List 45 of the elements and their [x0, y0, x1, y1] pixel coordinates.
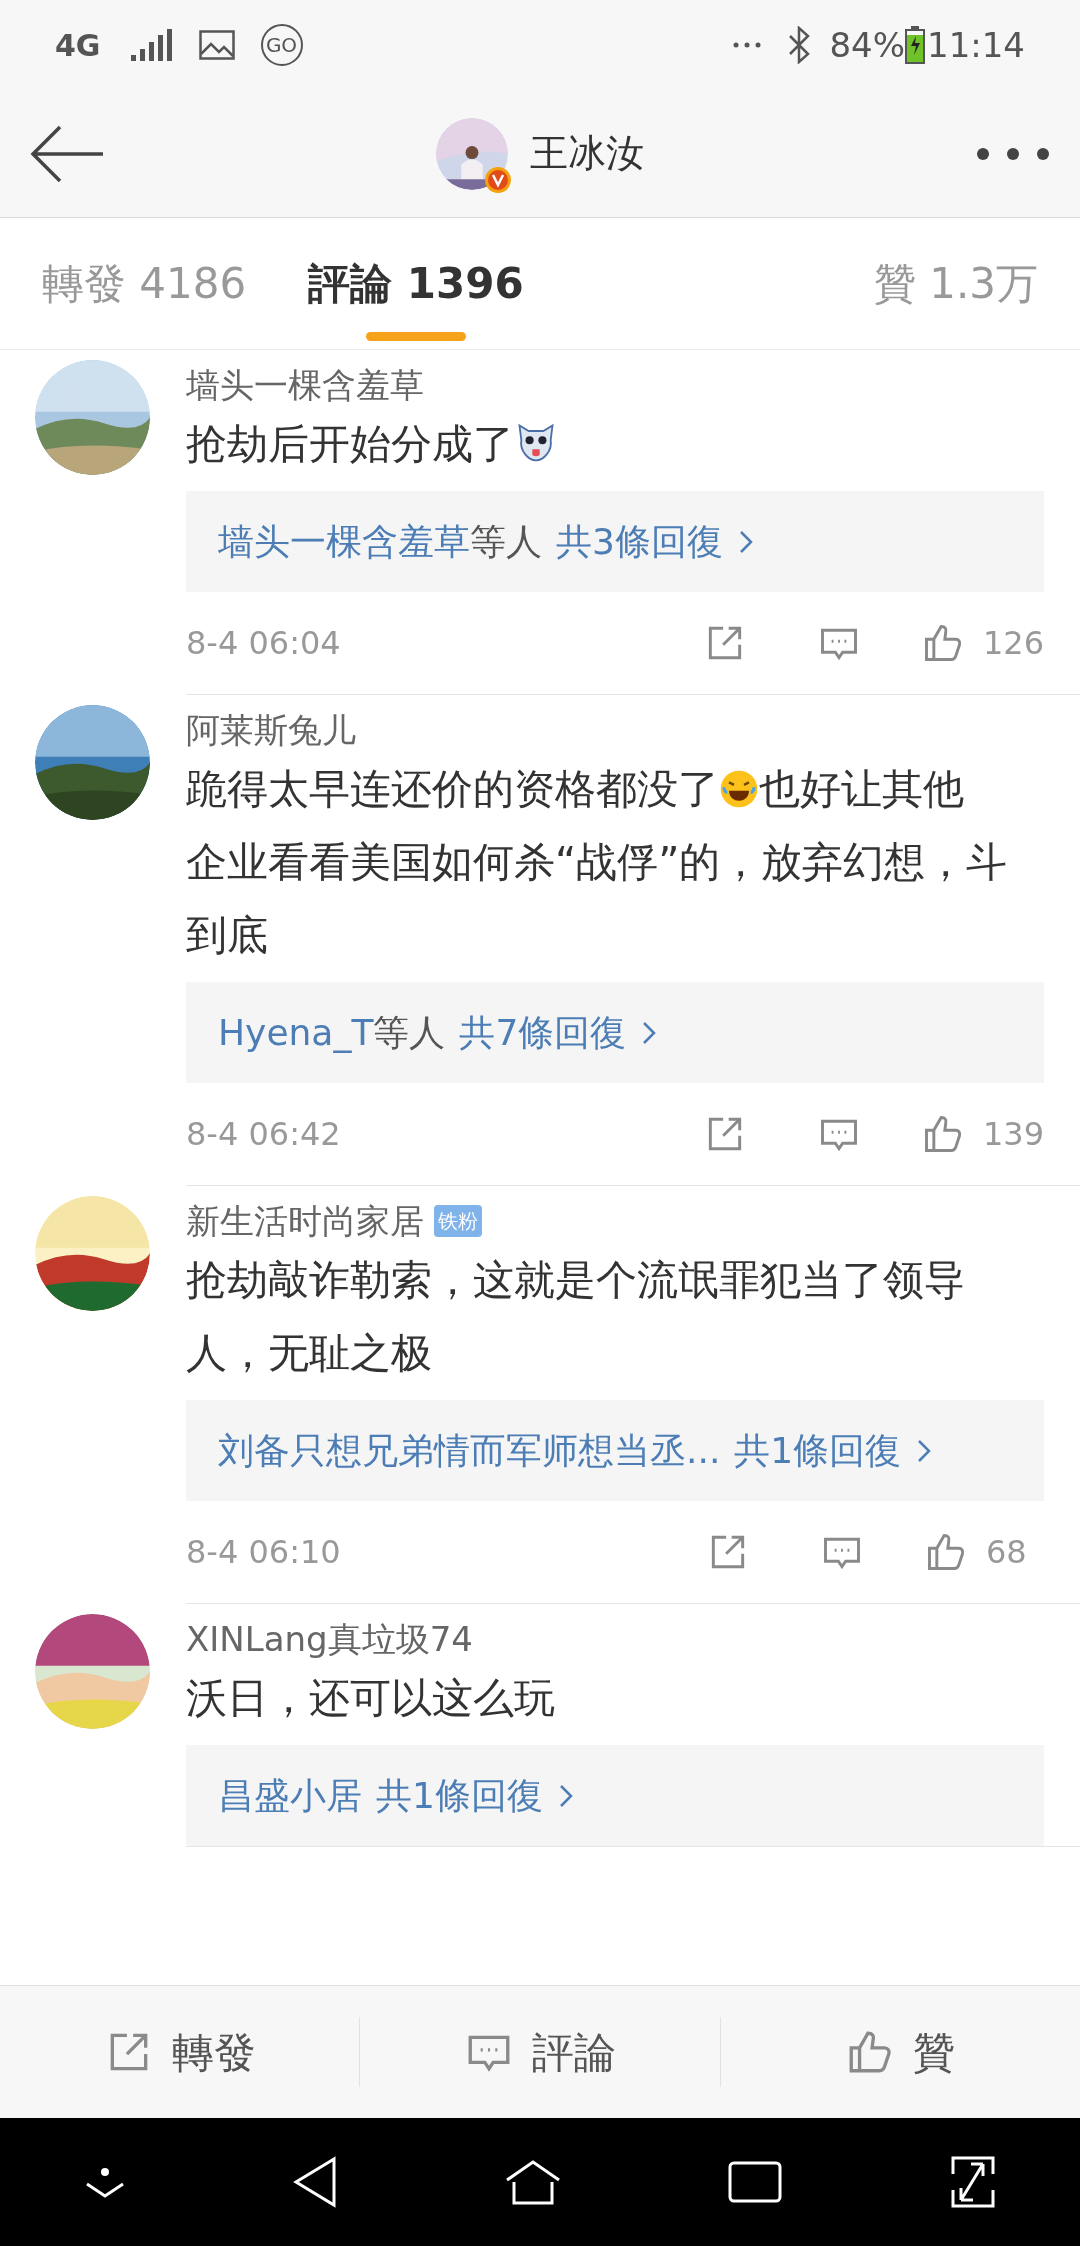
comment-text: 跪得太早连还价的资格都没了 — [186, 765, 719, 813]
home-icon[interactable] — [504, 2158, 562, 2206]
fan-badge: 铁粉 — [434, 1205, 482, 1237]
tab[interactable]: 評論 1396 — [308, 218, 524, 349]
recent-apps-icon[interactable] — [727, 2161, 782, 2203]
back-icon[interactable] — [292, 2156, 339, 2208]
comment-time: 8-4 06:42 — [186, 1114, 341, 1155]
like-count: 68 — [986, 1532, 1028, 1573]
app-badge: GO — [260, 24, 303, 66]
more-options-icon[interactable] — [976, 146, 1050, 161]
commenter-name[interactable]: 新生活时尚家居 — [186, 1195, 424, 1247]
clock: 11:14 — [927, 23, 1025, 67]
commenter-name[interactable]: XINLang真垃圾74 — [186, 1613, 473, 1665]
replies-link[interactable]: 昌盛小居 共1條回復 — [186, 1745, 1044, 1846]
replies-link[interactable]: Hyena_T等人 共7條回復 — [186, 982, 1044, 1083]
commenter-name[interactable]: 阿莱斯兔儿 — [186, 704, 356, 756]
battery-percent: 84% — [829, 23, 905, 67]
repost-action-button[interactable]: 轉發 — [0, 2020, 360, 2084]
replies-link[interactable]: 墙头一棵含羞草等人 共3條回復 — [186, 491, 1044, 592]
comment-time: 8-4 06:10 — [186, 1532, 341, 1573]
like-action-button[interactable]: 贊 — [720, 2020, 1080, 2084]
more-notifications-icon — [733, 42, 762, 48]
like-count: 126 — [982, 623, 1044, 664]
signal-icon — [130, 29, 173, 61]
chevron-right-icon — [738, 529, 753, 554]
comment-text: 企业看看美国如何杀“战俘”的，放弃幻想，斗到底 — [186, 837, 1009, 961]
like-count: 139 — [982, 1114, 1044, 1155]
comment-text: 抢劫后开始分成了 — [186, 420, 514, 468]
chevron-right-icon — [917, 1438, 932, 1463]
comment-text: 沃日，还可以这么玩 — [186, 1673, 556, 1724]
commenter-name[interactable]: 墙头一棵含羞草 — [186, 359, 424, 411]
comment-action-button[interactable]: 評論 — [360, 2020, 720, 2084]
chevron-right-icon — [642, 1020, 657, 1045]
page-title: 王冰汝 — [530, 130, 644, 177]
battery-icon — [905, 26, 925, 64]
bluetooth-icon — [787, 26, 812, 64]
replies-link[interactable]: 刘备只想兄弟情而军师想当丞... 共1條回復 — [186, 1400, 1044, 1501]
comment-text: 也好让其他 — [759, 765, 964, 813]
comment-time: 8-4 06:04 — [186, 623, 341, 664]
back-arrow-icon[interactable] — [30, 124, 104, 183]
comment-text: 抢劫敲诈勒索，这就是个流氓罪犯当了领导人，无耻之极 — [186, 1255, 966, 1379]
network-indicator: 4G — [55, 26, 101, 65]
image-icon — [198, 30, 235, 60]
laughing-emoji-icon — [719, 769, 759, 809]
chevron-right-icon — [558, 1783, 573, 1808]
